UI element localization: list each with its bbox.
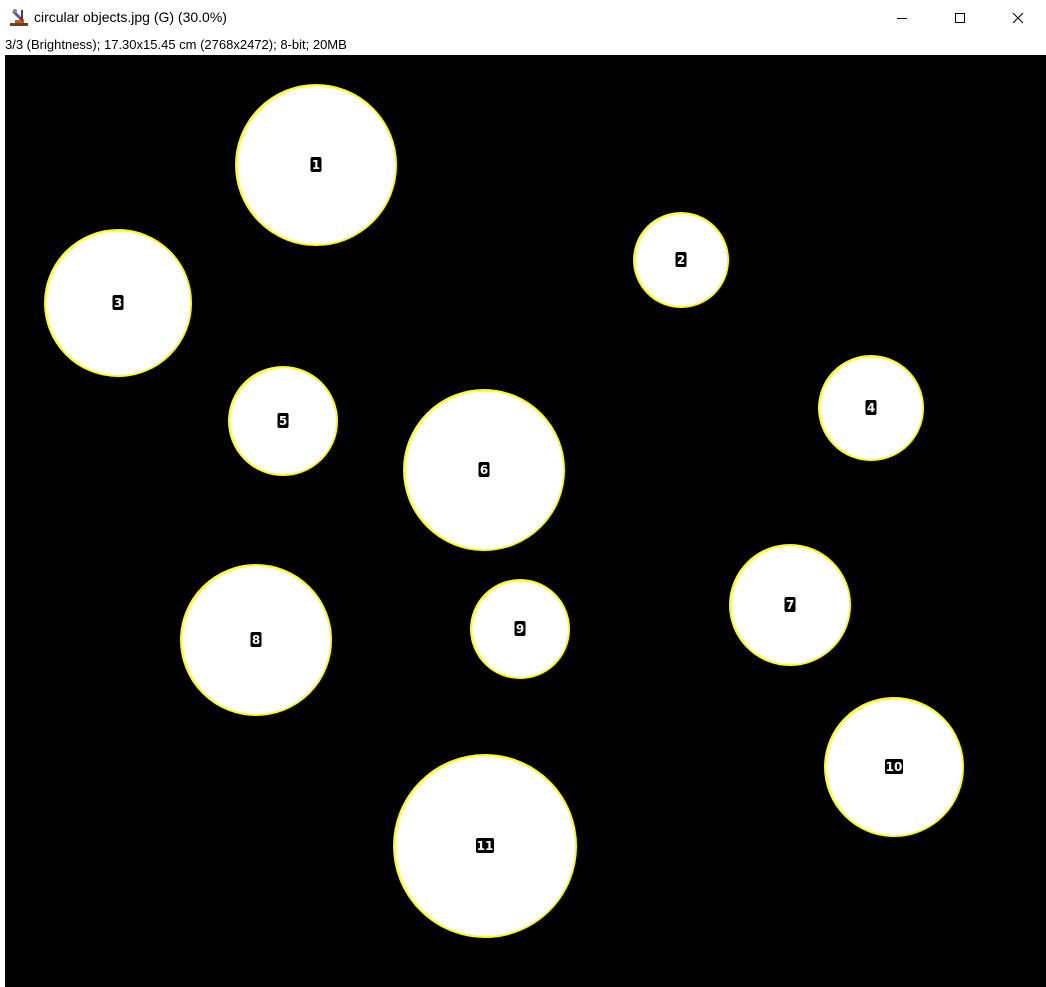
object-10: 10 — [824, 697, 964, 837]
object-label: 7 — [786, 598, 794, 612]
object-label: 11 — [477, 839, 494, 853]
object-1: 1 — [235, 84, 397, 246]
object-3: 3 — [44, 229, 192, 377]
object-label: 8 — [252, 633, 260, 647]
image-window: circular objects.jpg (G) (30.0%) 3/3 (Br… — [0, 0, 1046, 987]
minimize-button[interactable] — [873, 0, 931, 36]
object-label: 10 — [886, 760, 903, 774]
image-info-text: 3/3 (Brightness); 17.30x15.45 cm (2768x2… — [5, 37, 347, 52]
object-label: 3 — [114, 296, 122, 310]
object-4: 4 — [818, 355, 924, 461]
object-label: 5 — [279, 414, 287, 428]
window-title: circular objects.jpg (G) (30.0%) — [34, 9, 227, 25]
object-label: 2 — [677, 253, 685, 267]
close-button[interactable] — [989, 0, 1046, 36]
object-8: 8 — [180, 564, 332, 716]
imagej-microscope-icon — [9, 7, 29, 27]
title-bar[interactable]: circular objects.jpg (G) (30.0%) — [0, 0, 1046, 36]
object-7: 7 — [729, 544, 851, 666]
maximize-icon — [954, 12, 966, 24]
object-label: 9 — [516, 622, 524, 636]
image-info-bar: 3/3 (Brightness); 17.30x15.45 cm (2768x2… — [0, 36, 1046, 55]
object-label: 4 — [867, 401, 875, 415]
image-canvas-svg[interactable]: 1 2 3 4 5 6 7 8 9 10 11 — [5, 55, 1046, 987]
maximize-button[interactable] — [931, 0, 989, 36]
object-label: 6 — [480, 463, 488, 477]
object-2: 2 — [633, 212, 729, 308]
object-5: 5 — [228, 366, 338, 476]
object-6: 6 — [403, 389, 565, 551]
object-11: 11 — [393, 754, 577, 938]
object-9: 9 — [470, 579, 570, 679]
minimize-icon — [896, 12, 908, 24]
image-canvas[interactable]: 1 2 3 4 5 6 7 8 9 10 11 — [5, 55, 1046, 987]
object-label: 1 — [312, 158, 320, 172]
close-icon — [1012, 12, 1024, 24]
